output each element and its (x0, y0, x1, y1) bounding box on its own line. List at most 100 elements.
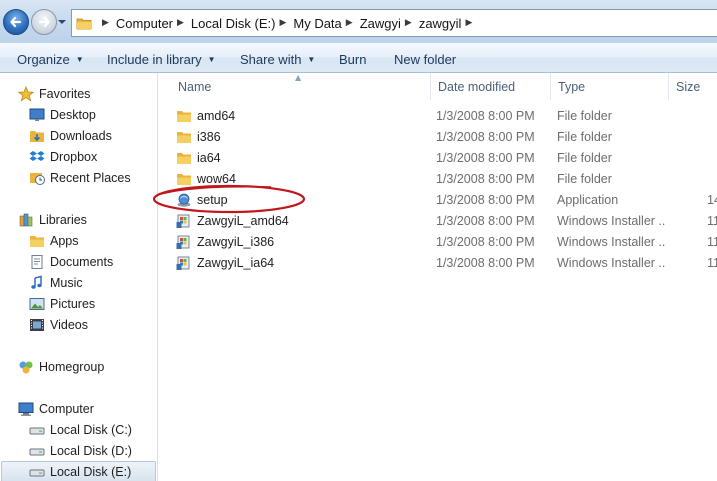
file-type: Windows Installer ... (557, 213, 665, 228)
new-folder-label: New folder (394, 51, 457, 67)
command-toolbar: Organize ▼ Include in library ▼ Share wi… (0, 42, 717, 73)
file-size: 11 (707, 255, 717, 270)
file-name-cell: amd64 (176, 105, 235, 126)
file-name: ZawgyiL_ia64 (197, 255, 275, 270)
forward-button[interactable] (31, 9, 57, 35)
navigation-pane: Favorites Desktop Downloads Dropbox Rece… (0, 73, 158, 481)
file-type: File folder (557, 129, 612, 144)
computer-icon (18, 402, 34, 416)
new-folder-button[interactable]: New folder (394, 50, 456, 68)
file-name: i386 (197, 129, 221, 144)
breadcrumb-computer[interactable]: Computer (116, 16, 173, 31)
file-name-cell: i386 (176, 126, 221, 147)
file-name: setup (197, 192, 228, 207)
star-icon (18, 86, 34, 102)
folder-icon (30, 236, 44, 247)
file-name: ia64 (197, 150, 221, 165)
nav-homegroup[interactable]: Homegroup (18, 357, 104, 377)
documents-icon (31, 255, 43, 269)
folder-icon (177, 152, 191, 164)
file-row-amd64[interactable]: amd64 1/3/2008 8:00 PM File folder (159, 105, 717, 126)
file-type: File folder (557, 150, 612, 165)
breadcrumb-separator[interactable]: ▶ (346, 18, 353, 28)
file-date: 1/3/2008 8:00 PM (436, 171, 535, 186)
include-in-library-label: Include in library (107, 51, 202, 67)
file-size: 11 (707, 213, 717, 228)
file-row-i386[interactable]: i386 1/3/2008 8:00 PM File folder (159, 126, 717, 147)
desktop-icon (29, 108, 45, 121)
breadcrumb-separator[interactable]: ▶ (465, 18, 472, 28)
file-name-cell: ia64 (176, 147, 221, 168)
back-arrow-icon (10, 16, 22, 28)
breadcrumb-separator[interactable]: ▶ (405, 18, 412, 28)
nav-favorites[interactable]: Favorites (18, 84, 90, 104)
nav-item-local-disk-d[interactable]: Local Disk (D:) (29, 441, 132, 461)
nav-item-label: Videos (50, 318, 88, 332)
windows-installer-icon (176, 214, 190, 228)
column-header-type[interactable]: Type (551, 73, 669, 100)
nav-item-local-disk-e[interactable]: Local Disk (E:) (1, 461, 156, 481)
file-date: 1/3/2008 8:00 PM (436, 108, 535, 123)
include-in-library-button[interactable]: Include in library ▼ (107, 50, 216, 68)
chevron-down-icon: ▼ (207, 54, 216, 64)
nav-item-label: Local Disk (E:) (50, 465, 132, 479)
file-row-zawgyil-ia64[interactable]: ZawgyiL_ia64 1/3/2008 8:00 PM Windows In… (159, 252, 717, 273)
nav-item-desktop[interactable]: Desktop (29, 105, 96, 125)
nav-item-downloads[interactable]: Downloads (29, 126, 112, 146)
breadcrumb-separator[interactable]: ▶ (177, 18, 184, 28)
breadcrumb-zawgyil[interactable]: zawgyil (419, 16, 462, 31)
nav-item-label: Downloads (50, 129, 112, 143)
file-name: amd64 (197, 108, 236, 123)
file-type: File folder (557, 171, 612, 186)
breadcrumb-separator[interactable]: ▶ (102, 18, 109, 28)
nav-item-label: Local Disk (C:) (50, 423, 132, 437)
burn-label: Burn (339, 51, 367, 67)
breadcrumb-separator[interactable]: ▶ (279, 18, 286, 28)
nav-item-label: Documents (50, 255, 114, 269)
breadcrumb-my-data[interactable]: My Data (293, 16, 341, 31)
breadcrumb-local-disk-e[interactable]: Local Disk (E:) (191, 16, 276, 31)
nav-item-apps[interactable]: Apps (29, 231, 79, 251)
file-row-zawgyil-amd64[interactable]: ZawgyiL_amd64 1/3/2008 8:00 PM Windows I… (159, 210, 717, 231)
pictures-icon (29, 298, 45, 310)
nav-item-pictures[interactable]: Pictures (29, 294, 95, 314)
nav-item-videos[interactable]: Videos (29, 315, 88, 335)
dropbox-icon (29, 151, 45, 161)
file-name-cell: ZawgyiL_i386 (176, 231, 274, 252)
file-row-wow64[interactable]: wow64 1/3/2008 8:00 PM File folder (159, 168, 717, 189)
downloads-folder-icon (30, 131, 44, 142)
windows-installer-icon (176, 256, 190, 270)
file-row-ia64[interactable]: ia64 1/3/2008 8:00 PM File folder (159, 147, 717, 168)
file-name-cell: wow64 (176, 168, 236, 189)
nav-computer[interactable]: Computer (18, 399, 94, 419)
nav-item-label: Dropbox (50, 150, 98, 164)
nav-libraries[interactable]: Libraries (18, 210, 87, 230)
nav-item-documents[interactable]: Documents (29, 252, 113, 272)
file-type: Windows Installer ... (557, 255, 665, 270)
column-header-name[interactable]: Name (171, 73, 431, 100)
organize-button[interactable]: Organize ▼ (17, 50, 84, 68)
recent-pages-dropdown[interactable] (57, 18, 67, 26)
drive-icon (29, 427, 45, 435)
column-header-date-modified[interactable]: Date modified (431, 73, 551, 100)
nav-libraries-label: Libraries (39, 213, 87, 227)
back-button[interactable] (3, 9, 29, 35)
file-type: Windows Installer ... (557, 234, 665, 249)
share-with-button[interactable]: Share with ▼ (240, 50, 315, 68)
nav-item-recent-places[interactable]: Recent Places (29, 168, 131, 188)
file-row-zawgyil-i386[interactable]: ZawgyiL_i386 1/3/2008 8:00 PM Windows In… (159, 231, 717, 252)
column-header-size[interactable]: Size (669, 73, 717, 100)
nav-item-label: Desktop (50, 108, 96, 122)
nav-favorites-label: Favorites (39, 87, 91, 101)
column-header-label: Date modified (438, 79, 516, 94)
nav-item-music[interactable]: Music (29, 273, 83, 293)
file-row-setup[interactable]: setup 1/3/2008 8:00 PM Application 14 (159, 189, 717, 210)
burn-button[interactable]: Burn (339, 50, 366, 68)
file-date: 1/3/2008 8:00 PM (436, 192, 535, 207)
breadcrumb-zawgyi[interactable]: Zawgyi (360, 16, 401, 31)
breadcrumb[interactable]: ▶ Computer ▶ Local Disk (E:) ▶ My Data ▶… (71, 9, 717, 37)
nav-item-local-disk-c[interactable]: Local Disk (C:) (29, 420, 132, 440)
nav-item-dropbox[interactable]: Dropbox (29, 147, 97, 167)
chevron-down-icon: ▼ (307, 54, 316, 64)
setup-application-icon (177, 193, 191, 207)
